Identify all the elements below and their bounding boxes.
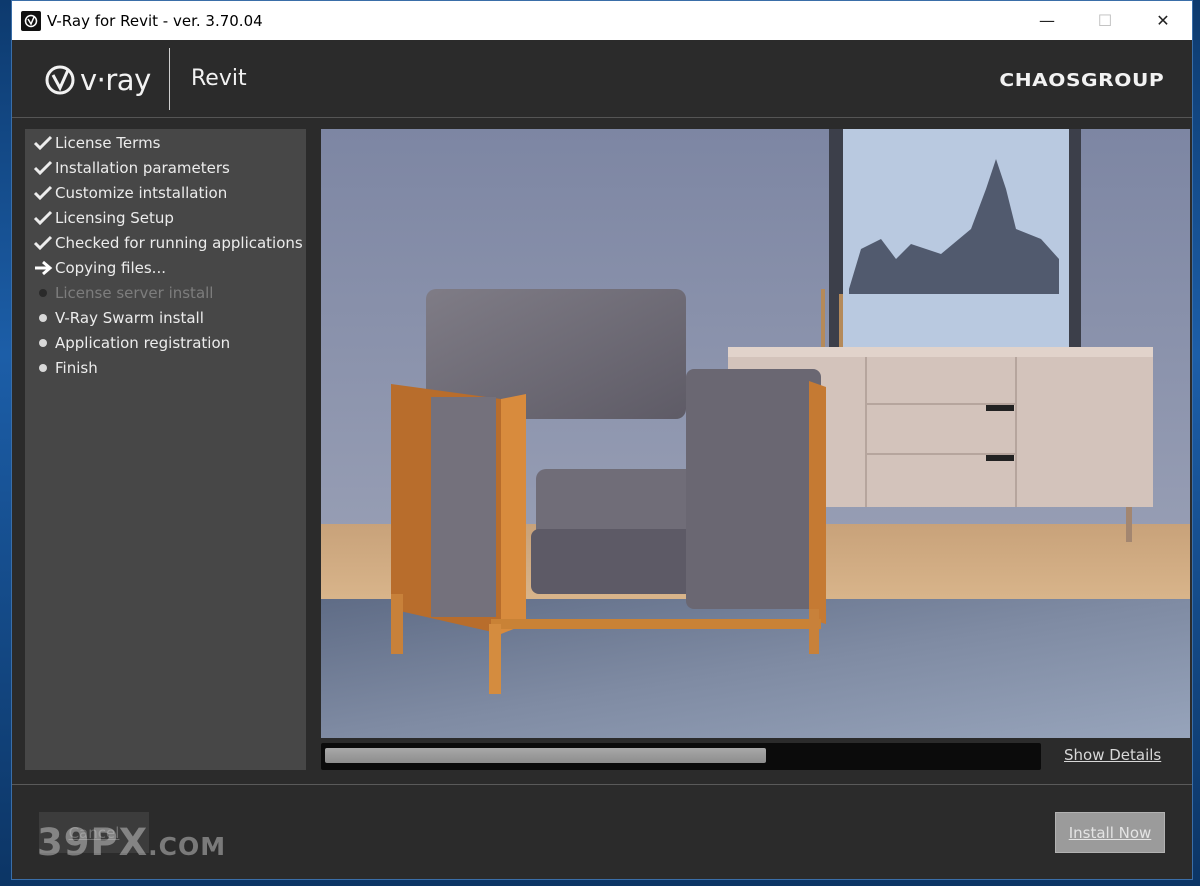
installer-header: v·ray Revit CHAOSGROUP bbox=[12, 40, 1192, 118]
checkmark-icon bbox=[31, 133, 55, 153]
checkmark-icon bbox=[31, 233, 55, 253]
step-item: Application registration bbox=[25, 330, 306, 355]
maximize-button[interactable]: ☐ bbox=[1076, 1, 1134, 40]
step-item: Checked for running applications bbox=[25, 230, 306, 255]
close-button[interactable]: ✕ bbox=[1134, 1, 1192, 40]
step-item: Installation parameters bbox=[25, 155, 306, 180]
window-title: V-Ray for Revit - ver. 3.70.04 bbox=[47, 11, 263, 30]
title-bar[interactable]: V-Ray for Revit - ver. 3.70.04 — ☐ ✕ bbox=[12, 1, 1192, 40]
step-item: License Terms bbox=[25, 130, 306, 155]
checkmark-icon bbox=[31, 158, 55, 178]
step-item: Customize intstallation bbox=[25, 180, 306, 205]
step-label: Finish bbox=[55, 358, 98, 377]
header-divider bbox=[169, 48, 170, 110]
installation-steps-panel: License Terms Installation parameters Cust… bbox=[25, 129, 306, 770]
progress-fill bbox=[325, 748, 767, 763]
footer-divider bbox=[12, 784, 1192, 785]
step-item: License server install bbox=[25, 280, 306, 305]
minimize-button[interactable]: — bbox=[1018, 1, 1076, 40]
installation-progress-bar bbox=[321, 743, 1041, 770]
chaosgroup-logo: CHAOSGROUP bbox=[999, 70, 1164, 91]
vray-logo: v·ray bbox=[44, 62, 151, 98]
vray-logo-text: v·ray bbox=[80, 63, 151, 97]
step-label: License server install bbox=[55, 283, 214, 302]
step-label: License Terms bbox=[55, 133, 161, 152]
step-label: Licensing Setup bbox=[55, 208, 174, 227]
bullet-icon bbox=[31, 308, 55, 328]
install-now-button[interactable]: Install Now bbox=[1055, 812, 1165, 853]
bullet-icon bbox=[31, 283, 55, 303]
vray-logo-icon bbox=[45, 65, 75, 95]
step-label: Customize intstallation bbox=[55, 183, 228, 202]
vray-app-icon bbox=[21, 10, 41, 31]
bullet-icon bbox=[31, 358, 55, 378]
step-label: V-Ray Swarm install bbox=[55, 308, 204, 327]
watermark-suffix: .COM bbox=[148, 832, 227, 861]
step-item: Finish bbox=[25, 355, 306, 380]
show-details-link[interactable]: Show Details bbox=[1064, 746, 1161, 764]
checkmark-icon bbox=[31, 183, 55, 203]
step-label: Installation parameters bbox=[55, 158, 230, 177]
install-now-label: Install Now bbox=[1068, 823, 1152, 842]
step-item: V-Ray Swarm install bbox=[25, 305, 306, 330]
watermark: 39PX.COM bbox=[37, 821, 226, 864]
step-item: Copying files... bbox=[25, 255, 306, 280]
step-label: Checked for running applications bbox=[55, 233, 303, 252]
checkmark-icon bbox=[31, 208, 55, 228]
step-label: Copying files... bbox=[55, 258, 166, 277]
arrow-right-icon bbox=[31, 258, 55, 278]
bullet-icon bbox=[31, 333, 55, 353]
product-name: Revit bbox=[191, 66, 247, 91]
step-item: Licensing Setup bbox=[25, 205, 306, 230]
installer-window: V-Ray for Revit - ver. 3.70.04 — ☐ ✕ v·r… bbox=[11, 0, 1193, 880]
watermark-main: 39PX bbox=[37, 821, 149, 864]
window-controls: — ☐ ✕ bbox=[1018, 1, 1192, 40]
step-label: Application registration bbox=[55, 333, 231, 352]
product-render-image bbox=[321, 129, 1190, 738]
